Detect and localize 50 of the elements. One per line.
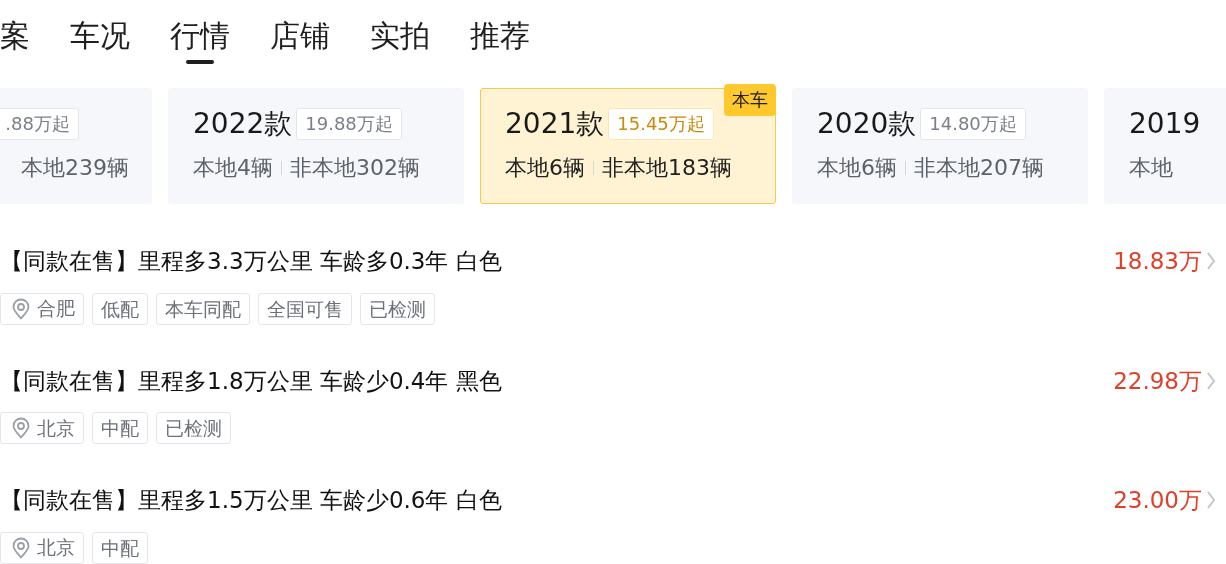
listing-title[interactable]: 【同款在售】里程多1.5万公里 车龄少0.6年 白色 <box>0 483 502 518</box>
listing-tag: 已检测 <box>360 292 435 325</box>
model-year-card[interactable]: 2020款 14.80万起 本地6辆 非本地207辆 <box>792 88 1088 204</box>
location-pin-icon <box>11 417 31 439</box>
tab[interactable]: 车况 <box>70 16 130 66</box>
city-name: 合肥 <box>37 296 75 322</box>
model-year-card[interactable]: .88万起 本地239辆 <box>0 88 152 204</box>
listing-tag: 本车同配 <box>156 292 250 325</box>
location-pin-icon <box>11 297 31 320</box>
listing-tag: 中配 <box>92 531 148 564</box>
chevron-right-icon[interactable] <box>1206 490 1216 511</box>
city-name: 北京 <box>37 535 75 561</box>
chevron-right-icon[interactable] <box>1206 370 1216 391</box>
model-year-card[interactable]: 2019 本地 <box>1104 88 1226 204</box>
tab[interactable]: 实拍 <box>370 16 430 66</box>
model-year: 2022款 <box>193 106 293 142</box>
listing-tag: 全国可售 <box>258 292 352 325</box>
listing-tag: 低配 <box>92 292 148 325</box>
model-year-card[interactable]: 2022款 19.88万起 本地4辆 非本地302辆 <box>168 88 464 204</box>
tab[interactable]: 案 <box>0 16 30 66</box>
current-car-badge: 本车 <box>724 84 776 116</box>
tab[interactable]: 推荐 <box>470 16 530 66</box>
starting-price-tag: 14.80万起 <box>920 108 1026 140</box>
active-tab-indicator <box>186 60 214 64</box>
local-count: 本地6辆 <box>817 154 897 182</box>
tab[interactable]: 店铺 <box>270 16 330 66</box>
starting-price-tag: 19.88万起 <box>296 108 402 140</box>
nonlocal-count: 非本地302辆 <box>290 154 420 182</box>
nonlocal-count: 非本地183辆 <box>602 154 732 182</box>
model-year: 2019 <box>1129 106 1201 142</box>
listing-price: 18.83万 <box>1113 247 1202 276</box>
listing-price: 23.00万 <box>1113 486 1202 515</box>
chevron-right-icon[interactable] <box>1206 251 1216 272</box>
model-year: 2021款 <box>505 106 605 142</box>
starting-price-tag: 15.45万起 <box>608 108 714 140</box>
location-pin-icon <box>11 536 31 559</box>
nonlocal-count: 非本地207辆 <box>914 154 1044 182</box>
listing-tag: 已检测 <box>156 412 231 444</box>
listing-title[interactable]: 【同款在售】里程多1.8万公里 车龄少0.4年 黑色 <box>0 363 502 398</box>
city-name: 北京 <box>37 415 75 441</box>
starting-price-tag: .88万起 <box>0 108 79 140</box>
tab[interactable]: 行情 <box>170 16 230 66</box>
local-count: 本地 <box>1129 154 1173 182</box>
listing-price: 22.98万 <box>1113 366 1202 396</box>
local-count: 本地6辆 <box>505 154 585 182</box>
nonlocal-count: 本地239辆 <box>21 154 129 182</box>
local-count: 本地4辆 <box>193 154 273 182</box>
listing-title[interactable]: 【同款在售】里程多3.3万公里 车龄多0.3年 白色 <box>0 244 502 279</box>
listing-tag: 中配 <box>92 412 148 444</box>
model-year: 2020款 <box>817 106 917 142</box>
